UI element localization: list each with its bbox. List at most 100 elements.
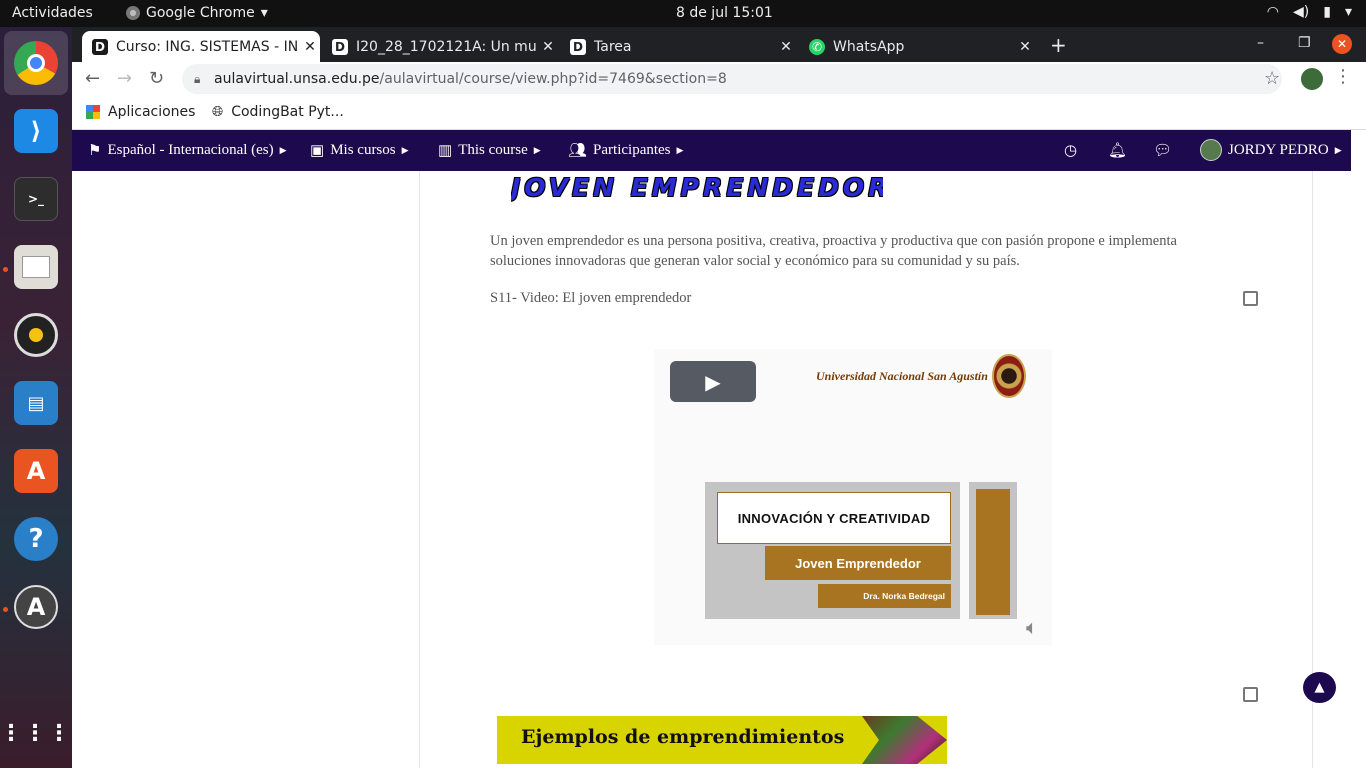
completion-checkbox[interactable] bbox=[1243, 291, 1258, 306]
running-indicator bbox=[3, 607, 8, 612]
wifi-icon: ◠ bbox=[1266, 4, 1280, 20]
window-close-button[interactable]: ✕ bbox=[1332, 34, 1352, 54]
university-seal-icon bbox=[992, 354, 1026, 398]
back-to-top-button[interactable]: ▲ bbox=[1303, 672, 1336, 703]
bookmark-codingbat[interactable]: 🌐︎ CodingBat Pyt... bbox=[212, 104, 344, 120]
caret-right-icon: ▶ bbox=[533, 145, 541, 155]
software-center-icon[interactable]: A bbox=[14, 449, 58, 493]
chrome-icon[interactable] bbox=[14, 41, 58, 85]
bookmark-label: CodingBat Pyt... bbox=[231, 104, 344, 120]
examples-banner-text: Ejemplos de emprendimientos bbox=[521, 726, 845, 748]
page-scrollbar[interactable] bbox=[1351, 130, 1366, 768]
volume-icon: ◀) bbox=[1293, 4, 1310, 20]
files-icon[interactable] bbox=[14, 245, 58, 289]
my-courses-label: Mis cursos bbox=[330, 142, 396, 158]
tab-tarea[interactable]: D Tarea ✕ bbox=[560, 31, 796, 62]
messages-chat-icon[interactable]: 💬︎ bbox=[1153, 141, 1172, 160]
book-icon: ▥ bbox=[438, 143, 453, 159]
examples-banner: Ejemplos de emprendimientos bbox=[497, 716, 947, 764]
flag-icon: ⚑ bbox=[88, 143, 102, 159]
this-course-label: This course bbox=[458, 142, 528, 158]
app-grid-icon[interactable]: ⋮⋮⋮ bbox=[0, 711, 70, 755]
this-course-menu[interactable]: ▥ This course ▶ bbox=[438, 141, 541, 160]
moodle-favicon-icon: D bbox=[570, 38, 586, 55]
help-icon[interactable]: ? bbox=[14, 517, 58, 561]
caret-right-icon: ▶ bbox=[676, 145, 684, 155]
close-icon[interactable]: ✕ bbox=[1015, 39, 1035, 55]
slide-title: INNOVACIÓN Y CREATIVIDAD bbox=[717, 492, 951, 544]
tab-title: WhatsApp bbox=[833, 38, 905, 55]
tab-assignment[interactable]: D I20_28_1702121A: Un mun ✕ bbox=[322, 31, 558, 62]
close-icon[interactable]: ✕ bbox=[776, 39, 796, 55]
user-name: JORDY PEDRO bbox=[1228, 141, 1329, 158]
close-icon[interactable]: ✕ bbox=[538, 39, 558, 55]
tab-strip: D Curso: ING. SISTEMAS - IN ✕ D I20_28_1… bbox=[72, 27, 1366, 62]
language-menu[interactable]: ⚑ Español - Internacional (es) ▶ bbox=[88, 141, 287, 160]
dock: ⟩ >_ ▤ A ? A ⋮⋮⋮ bbox=[0, 27, 72, 768]
activities-button[interactable]: Actividades bbox=[12, 5, 93, 21]
close-icon[interactable]: ✕ bbox=[300, 39, 320, 55]
users-icon: 👥︎ bbox=[568, 143, 588, 159]
running-indicator bbox=[3, 267, 8, 272]
chevron-down-icon: ▾ bbox=[1344, 4, 1352, 20]
dashboard-clock-icon[interactable]: ◷ bbox=[1064, 141, 1077, 160]
app-menu-label: Google Chrome bbox=[146, 5, 255, 21]
completion-checkbox[interactable] bbox=[1243, 687, 1258, 702]
section-description: Un joven emprendedor es una persona posi… bbox=[490, 233, 1177, 269]
speaker-icon[interactable]: 🔈︎ bbox=[1026, 615, 1038, 639]
slide-thumbnail bbox=[969, 482, 1017, 619]
user-menu[interactable]: JORDY PEDRO ▶ bbox=[1200, 139, 1342, 161]
course-page: JOVEN EMPRENDEDOR Un joven emprendedor e… bbox=[72, 171, 1351, 768]
reload-button[interactable]: ↻ bbox=[149, 68, 164, 89]
participants-menu[interactable]: 👥︎ Participantes ▶ bbox=[568, 141, 683, 160]
chevron-down-icon: ▾ bbox=[260, 5, 268, 21]
video-slide: INNOVACIÓN Y CREATIVIDAD Joven Emprended… bbox=[705, 482, 960, 619]
new-tab-button[interactable]: + bbox=[1050, 33, 1067, 57]
forward-button[interactable]: → bbox=[117, 68, 132, 89]
tab-course[interactable]: D Curso: ING. SISTEMAS - IN ✕ bbox=[82, 31, 320, 62]
caret-right-icon: ▶ bbox=[279, 145, 287, 155]
updater-icon[interactable]: A bbox=[14, 585, 58, 629]
whatsapp-icon: ✆ bbox=[809, 38, 825, 55]
decorative-arrow bbox=[862, 716, 947, 764]
joven-emprendedor-banner: JOVEN EMPRENDEDOR bbox=[511, 173, 883, 202]
apps-grid-icon bbox=[86, 105, 100, 119]
moodle-favicon-icon: D bbox=[92, 38, 108, 55]
user-avatar bbox=[1200, 139, 1222, 161]
back-button[interactable]: ← bbox=[85, 68, 100, 89]
tab-title: I20_28_1702121A: Un mun bbox=[356, 38, 538, 55]
battery-icon: ▮ bbox=[1323, 4, 1331, 20]
activity-title[interactable]: S11- Video: El joven emprendedor bbox=[490, 290, 691, 307]
slide-author: Dra. Norka Bedregal bbox=[818, 584, 951, 608]
tab-title: Curso: ING. SISTEMAS - IN bbox=[116, 38, 299, 55]
notifications-bell-icon[interactable]: 🔔︎ bbox=[1108, 141, 1127, 160]
maximize-button[interactable]: ❐ bbox=[1298, 35, 1311, 51]
vscode-icon[interactable]: ⟩ bbox=[14, 109, 58, 153]
clock[interactable]: 8 de jul 15:01 bbox=[676, 5, 773, 21]
my-courses-menu[interactable]: ▣ Mis cursos ▶ bbox=[310, 141, 409, 160]
chrome-menu-icon[interactable]: ⋮ bbox=[1334, 66, 1352, 87]
minimize-button[interactable]: – bbox=[1257, 35, 1264, 51]
play-button[interactable]: ▶ bbox=[670, 361, 756, 402]
address-bar[interactable]: 🔒︎ aulavirtual.unsa.edu.pe/aulavirtual/c… bbox=[182, 64, 1282, 94]
profile-avatar[interactable] bbox=[1301, 68, 1323, 90]
bookmark-apps[interactable]: Aplicaciones bbox=[86, 104, 195, 120]
globe-icon: 🌐︎ bbox=[212, 104, 224, 120]
bookmarks-bar: Aplicaciones 🌐︎ CodingBat Pyt... bbox=[72, 96, 1366, 130]
slide-subtitle: Joven Emprendedor bbox=[765, 546, 951, 580]
moodle-navbar: ⚑ Español - Internacional (es) ▶ ▣ Mis c… bbox=[72, 130, 1351, 171]
video-player[interactable]: ▶ Universidad Nacional San Agustín INNOV… bbox=[654, 349, 1052, 645]
terminal-icon[interactable]: >_ bbox=[14, 177, 58, 221]
tab-whatsapp[interactable]: ✆ WhatsApp ✕ bbox=[799, 31, 1035, 62]
url-host: aulavirtual.unsa.edu.pe bbox=[214, 71, 380, 87]
tab-title: Tarea bbox=[594, 38, 632, 55]
rhythmbox-icon[interactable] bbox=[14, 313, 58, 357]
moodle-favicon-icon: D bbox=[332, 38, 348, 55]
caret-right-icon: ▶ bbox=[401, 145, 409, 155]
app-menu[interactable]: Google Chrome ▾ bbox=[126, 5, 268, 21]
caret-right-icon: ▶ bbox=[1334, 144, 1342, 155]
system-tray[interactable]: ◠ ◀) ▮ ▾ bbox=[1267, 4, 1352, 20]
university-name: Universidad Nacional San Agustín bbox=[816, 369, 988, 383]
bookmark-star-icon[interactable]: ☆ bbox=[1264, 68, 1280, 89]
writer-icon[interactable]: ▤ bbox=[14, 381, 58, 425]
